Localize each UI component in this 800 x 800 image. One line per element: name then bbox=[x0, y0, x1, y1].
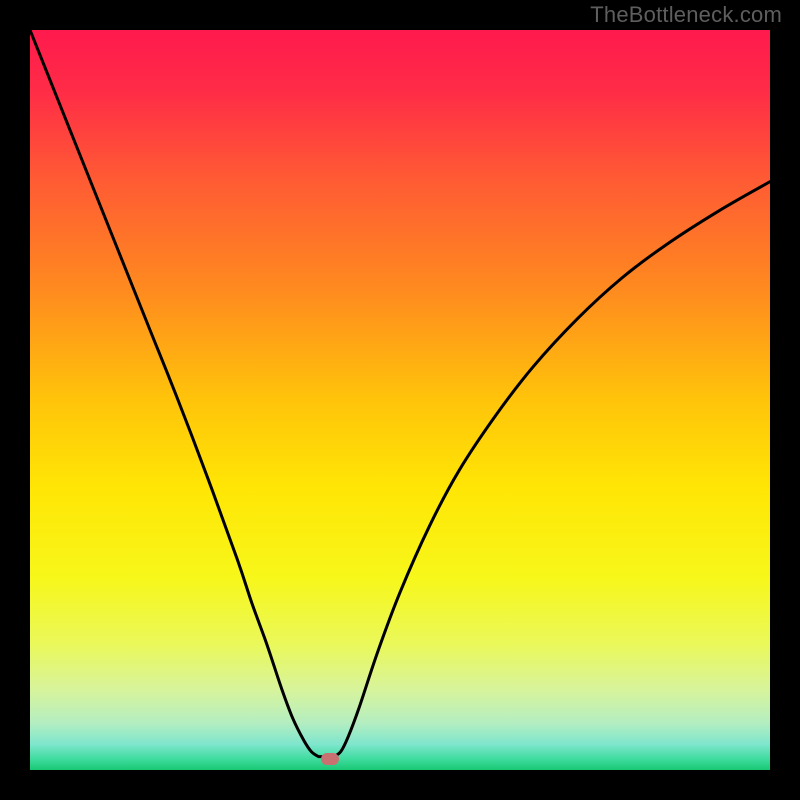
gradient-background bbox=[30, 30, 770, 770]
chart-frame: TheBottleneck.com bbox=[0, 0, 800, 800]
optimum-marker bbox=[321, 753, 339, 765]
plot-area bbox=[30, 30, 770, 770]
watermark-text: TheBottleneck.com bbox=[590, 2, 782, 28]
plot-svg bbox=[30, 30, 770, 770]
